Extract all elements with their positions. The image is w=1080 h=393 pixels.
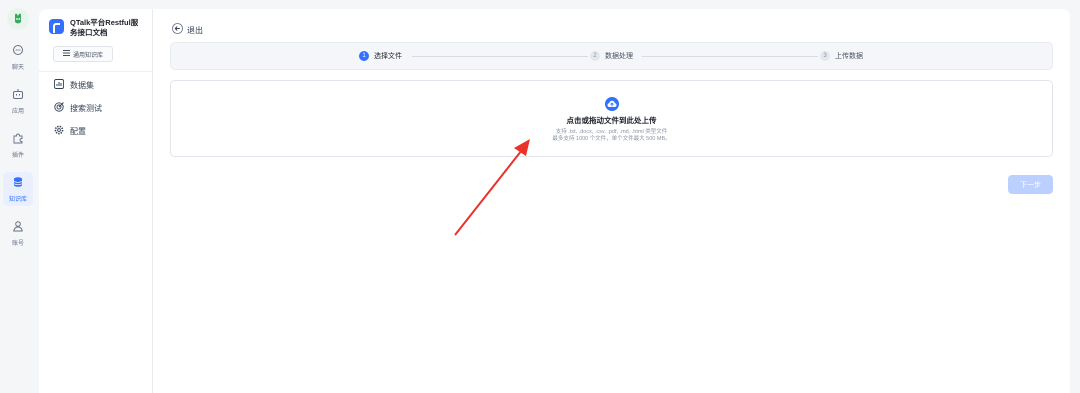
step-process-data: 2 数据处理	[590, 51, 633, 61]
step-label: 选择文件	[374, 53, 402, 60]
kb-type-label: 通用知识库	[72, 52, 103, 59]
cloud-upload-icon	[604, 97, 619, 111]
chat-icon	[12, 43, 24, 61]
back-label: 退出	[187, 25, 203, 35]
kb-type-badge: 通用知识库	[53, 46, 113, 62]
menu-item-label: 数据集	[70, 80, 94, 90]
step-label: 数据处理	[605, 53, 633, 60]
step-connector	[642, 56, 818, 57]
steps-bar: 1 选择文件 2 数据处理 3 上传数据	[170, 42, 1053, 70]
step-number: 1	[359, 51, 369, 61]
upload-title: 点击或拖动文件到此处上传	[566, 116, 657, 125]
nav-item-plugins[interactable]: 插件	[3, 128, 33, 162]
nav-item-label: 插件	[11, 153, 24, 159]
puzzle-icon	[12, 131, 24, 149]
upload-supported-types: 支持 .txt, .docx, .csv, .pdf, .md, .html 类…	[555, 129, 668, 135]
app-logo-icon[interactable]	[7, 8, 29, 30]
nav-item-label: 知识库	[8, 197, 27, 203]
menu-item-label: 配置	[70, 126, 86, 136]
step-label: 上传数据	[835, 53, 863, 60]
nav-item-label: 应用	[11, 109, 24, 115]
kb-header: QTalk平台Restful服 务接口文档	[39, 9, 152, 38]
next-step-button[interactable]: 下一步	[1008, 175, 1053, 194]
target-icon	[54, 99, 64, 117]
user-icon	[12, 219, 24, 237]
step-upload-data: 3 上传数据	[820, 51, 863, 61]
upload-limit: 最多支持 1000 个文件，单个文件最大 500 MB。	[552, 136, 671, 142]
robot-icon	[12, 87, 24, 105]
kb-avatar	[49, 19, 64, 34]
step-number: 2	[590, 51, 600, 61]
menu-item-label: 搜索测试	[70, 103, 102, 113]
kb-title-line1: QTalk平台Restful服	[70, 18, 139, 27]
database-icon	[12, 175, 24, 193]
nav-item-knowledge-base[interactable]: 知识库	[3, 172, 33, 206]
main-panel: 退出 1 选择文件 2 数据处理 3 上传数据 点击或拖动文件到此处上传 支持 …	[153, 9, 1070, 393]
knowledge-base-sidebar: QTalk平台Restful服 务接口文档 通用知识库 数据集 搜索测试 配置	[39, 9, 153, 393]
app-nav-rail: 聊天 应用 插件 知识库 账号	[0, 0, 36, 393]
nav-item-account[interactable]: 账号	[3, 216, 33, 250]
step-connector	[412, 56, 588, 57]
chart-icon	[54, 76, 64, 94]
step-number: 3	[820, 51, 830, 61]
nav-item-chat[interactable]: 聊天	[3, 40, 33, 74]
gear-icon	[54, 122, 64, 140]
nav-item-label: 聊天	[11, 65, 24, 71]
arrow-left-icon	[172, 21, 183, 39]
menu-item-dataset[interactable]: 数据集	[39, 75, 152, 95]
step-select-file: 1 选择文件	[359, 51, 402, 61]
menu-item-search-test[interactable]: 搜索测试	[39, 98, 152, 118]
kb-title: QTalk平台Restful服 务接口文档	[70, 18, 138, 38]
menu-item-config[interactable]: 配置	[39, 121, 152, 141]
list-icon	[62, 50, 70, 58]
nav-item-label: 账号	[11, 241, 24, 247]
file-dropzone[interactable]: 点击或拖动文件到此处上传 支持 .txt, .docx, .csv, .pdf,…	[170, 80, 1053, 157]
back-button[interactable]: 退出	[172, 21, 203, 39]
kb-title-line2: 务接口文档	[70, 28, 108, 37]
nav-item-apps[interactable]: 应用	[3, 84, 33, 118]
divider	[39, 71, 152, 72]
